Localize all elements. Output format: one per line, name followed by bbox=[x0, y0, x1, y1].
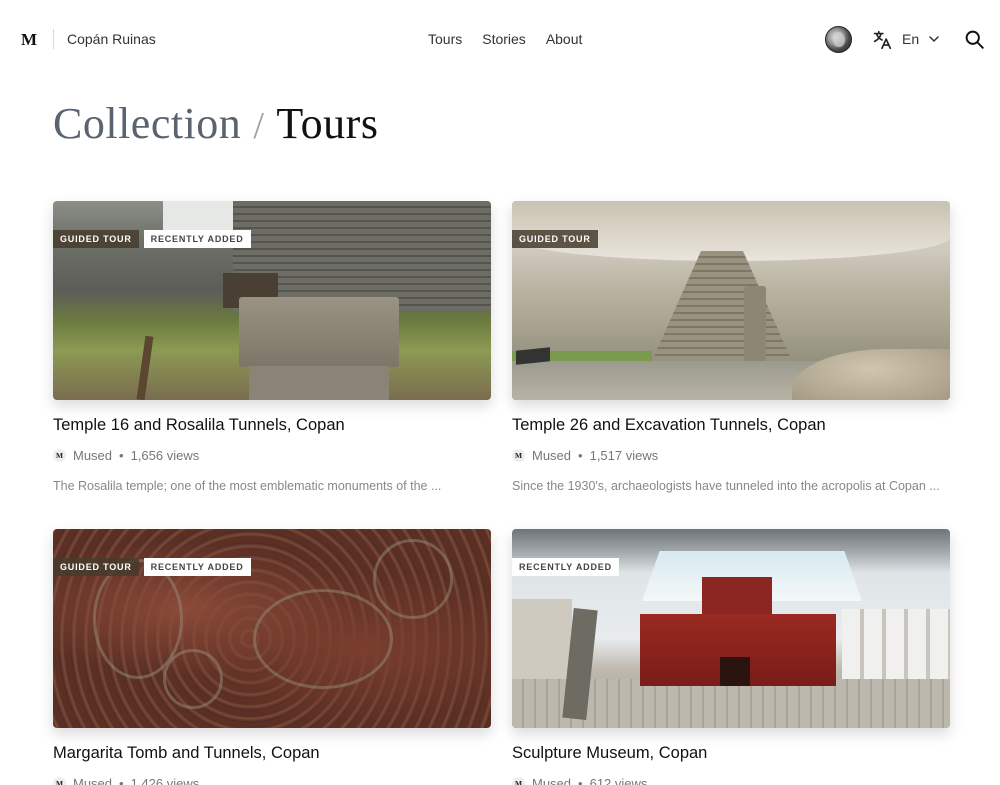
badge-group: RECENTLY ADDED bbox=[512, 558, 619, 576]
card-author[interactable]: Mused bbox=[532, 776, 571, 785]
tour-card[interactable]: GUIDED TOUR RECENTLY ADDED Margarita Tom… bbox=[53, 529, 491, 785]
card-views: 1,517 views bbox=[589, 448, 659, 463]
logo-divider bbox=[53, 29, 54, 49]
recently-added-badge: RECENTLY ADDED bbox=[143, 558, 251, 576]
guided-tour-badge: GUIDED TOUR bbox=[512, 230, 598, 248]
card-title[interactable]: Sculpture Museum, Copan bbox=[512, 744, 707, 763]
guided-tour-badge: GUIDED TOUR bbox=[53, 558, 139, 576]
author-logo-icon: M bbox=[53, 777, 66, 785]
badge-group: GUIDED TOUR RECENTLY ADDED bbox=[53, 230, 251, 248]
breadcrumb-current: Tours bbox=[276, 99, 379, 148]
language-selector[interactable]: En bbox=[902, 31, 919, 47]
breadcrumb-collection[interactable]: Collection bbox=[53, 99, 241, 148]
search-icon[interactable] bbox=[964, 29, 985, 50]
card-meta: M Mused • 1,517 views bbox=[512, 448, 658, 463]
card-meta: M Mused • 612 views bbox=[512, 776, 647, 785]
badge-group: GUIDED TOUR bbox=[512, 230, 598, 248]
card-description: Since the 1930's, archaeologists have tu… bbox=[512, 479, 940, 493]
nav-about[interactable]: About bbox=[546, 31, 583, 47]
mused-logo[interactable]: M bbox=[21, 30, 37, 50]
tour-card[interactable]: GUIDED TOUR RECENTLY ADDED Temple 16 and… bbox=[53, 201, 491, 493]
card-author[interactable]: Mused bbox=[73, 776, 112, 785]
chevron-down-icon[interactable] bbox=[928, 33, 940, 45]
author-logo-icon: M bbox=[512, 449, 525, 462]
card-title[interactable]: Temple 16 and Rosalila Tunnels, Copan bbox=[53, 416, 345, 435]
tour-card[interactable]: GUIDED TOUR Temple 26 and Excavation Tun… bbox=[512, 201, 950, 493]
badge-group: GUIDED TOUR RECENTLY ADDED bbox=[53, 558, 251, 576]
card-views: 1,656 views bbox=[130, 448, 200, 463]
main-nav: Tours Stories About bbox=[428, 31, 582, 47]
card-title[interactable]: Temple 26 and Excavation Tunnels, Copan bbox=[512, 416, 826, 435]
guided-tour-badge: GUIDED TOUR bbox=[53, 230, 139, 248]
recently-added-badge: RECENTLY ADDED bbox=[512, 558, 619, 576]
top-header: M Copán Ruinas Tours Stories About En bbox=[0, 0, 1000, 78]
breadcrumb-separator: / bbox=[253, 105, 265, 147]
card-author[interactable]: Mused bbox=[73, 448, 112, 463]
card-title[interactable]: Margarita Tomb and Tunnels, Copan bbox=[53, 744, 320, 763]
author-logo-icon: M bbox=[53, 449, 66, 462]
card-meta: M Mused • 1,656 views bbox=[53, 448, 199, 463]
tour-card[interactable]: RECENTLY ADDED Sculpture Museum, Copan M… bbox=[512, 529, 950, 785]
page-title: Collection / Tours bbox=[53, 98, 378, 149]
card-views: 1,426 views bbox=[130, 776, 200, 785]
card-description: The Rosalila temple; one of the most emb… bbox=[53, 479, 442, 493]
nav-stories[interactable]: Stories bbox=[482, 31, 526, 47]
recently-added-badge: RECENTLY ADDED bbox=[143, 230, 251, 248]
user-avatar[interactable] bbox=[825, 26, 852, 53]
card-meta: M Mused • 1,426 views bbox=[53, 776, 199, 785]
card-views: 612 views bbox=[589, 776, 648, 785]
tour-thumbnail[interactable]: GUIDED TOUR RECENTLY ADDED bbox=[53, 529, 491, 728]
tour-thumbnail[interactable]: RECENTLY ADDED bbox=[512, 529, 950, 728]
tour-thumbnail[interactable]: GUIDED TOUR bbox=[512, 201, 950, 400]
translate-icon[interactable] bbox=[871, 29, 893, 51]
card-author[interactable]: Mused bbox=[532, 448, 571, 463]
nav-tours[interactable]: Tours bbox=[428, 31, 462, 47]
tour-thumbnail[interactable]: GUIDED TOUR RECENTLY ADDED bbox=[53, 201, 491, 400]
site-name[interactable]: Copán Ruinas bbox=[67, 31, 156, 47]
author-logo-icon: M bbox=[512, 777, 525, 785]
